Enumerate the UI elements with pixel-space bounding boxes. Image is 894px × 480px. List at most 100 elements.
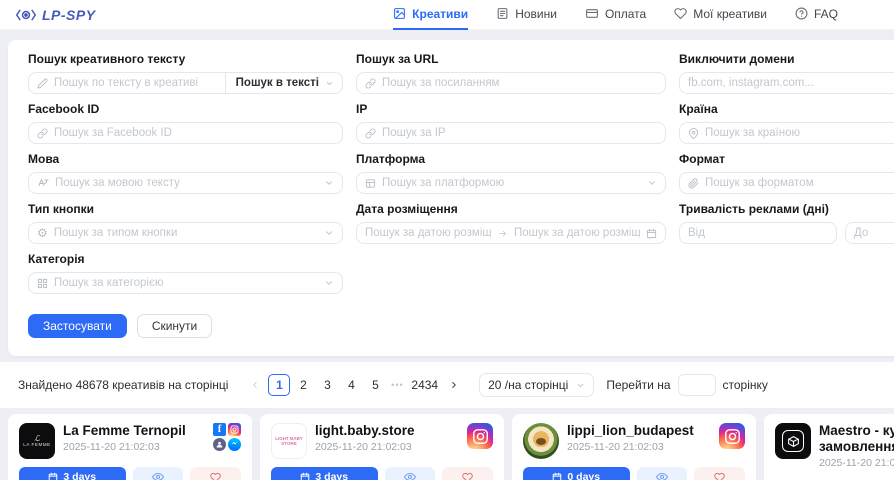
pagination-ellipsis[interactable]: ••• <box>388 380 406 390</box>
page-size-select[interactable]: 20 /на сторінці <box>479 373 594 397</box>
language-select[interactable] <box>55 177 318 189</box>
creative-cards: ℒ LA FEMME La Femme Ternopil 2025-11-20 … <box>8 414 894 480</box>
avatar[interactable]: ℒ LA FEMME <box>19 423 55 459</box>
card-title[interactable]: lippi_lion_budapest <box>567 423 711 439</box>
field-facebook-id: Facebook ID <box>28 102 343 152</box>
card-date: 2025-11-20 21:02:03 <box>315 441 459 453</box>
page: LP-SPY Креативи Новини Оплата <box>0 0 894 480</box>
days-button[interactable]: 0 days <box>523 467 630 480</box>
view-button[interactable] <box>133 467 184 480</box>
eye-logo-icon <box>16 8 36 22</box>
chevron-down-icon <box>325 79 334 88</box>
page-button-2[interactable]: 2 <box>292 374 314 396</box>
category-select[interactable] <box>54 277 318 289</box>
nav-item-creatives[interactable]: Креативи <box>393 0 468 30</box>
card-title[interactable]: La Femme Ternopil <box>63 423 205 439</box>
date-to-input[interactable] <box>514 227 640 239</box>
nav-item-news[interactable]: Новини <box>496 0 557 30</box>
view-button[interactable] <box>637 467 688 480</box>
url-input[interactable] <box>382 77 657 89</box>
field-label: Пошук креативного тексту <box>28 52 343 66</box>
goto-page-input[interactable] <box>678 374 716 396</box>
creative-card: ℒ LA FEMME La Femme Ternopil 2025-11-20 … <box>8 414 252 480</box>
ip-input[interactable] <box>382 127 657 139</box>
calendar-icon <box>48 472 58 480</box>
cube-logo-icon <box>782 430 804 452</box>
prev-page-button[interactable] <box>244 374 266 396</box>
card-date: 2025-11-20 21:02:03 <box>819 457 894 469</box>
calendar-icon <box>552 472 562 480</box>
avatar-text: LA FEMME <box>23 442 51 447</box>
avatar[interactable]: LIGHT BABY STORE <box>271 423 307 459</box>
page-button-3[interactable]: 3 <box>316 374 338 396</box>
platform-control <box>356 172 666 194</box>
field-label: Дата розміщення <box>356 202 666 216</box>
nav-item-my-creatives[interactable]: Мої креативи <box>674 0 767 30</box>
avatar[interactable] <box>775 423 811 459</box>
news-icon <box>496 7 509 20</box>
date-range-control <box>356 222 666 244</box>
apply-button[interactable]: Застосувати <box>28 314 127 338</box>
brand-name: LP-SPY <box>42 7 96 23</box>
avatar[interactable] <box>523 423 559 459</box>
field-exclude-domains: Виключити домени <box>679 52 894 102</box>
next-page-button[interactable] <box>443 374 465 396</box>
favorite-button[interactable] <box>694 467 745 480</box>
days-button[interactable]: 3 days <box>19 467 126 480</box>
exclude-domains-input[interactable] <box>688 77 894 89</box>
duration-from-input[interactable] <box>688 227 828 239</box>
page-button-last[interactable]: 2434 <box>408 374 441 396</box>
card-title[interactable]: Maestro - кухні, меблі на замовлення в У… <box>819 423 894 455</box>
creative-text-control: Пошук в тексті <box>28 72 343 94</box>
field-label: Тривалість реклами (дні) <box>679 202 894 216</box>
duration-to-input[interactable] <box>854 227 894 239</box>
heart-icon <box>210 472 221 480</box>
favorite-button[interactable] <box>442 467 493 480</box>
favorite-button[interactable] <box>190 467 241 480</box>
text-search-mode-select[interactable]: Пошук в тексті <box>225 73 342 93</box>
avatar-text: LIGHT BABY STORE <box>272 436 306 446</box>
category-control <box>28 272 343 294</box>
field-country: Країна <box>679 102 894 152</box>
brand-logo[interactable]: LP-SPY <box>16 7 96 23</box>
page-button-1[interactable]: 1 <box>268 374 290 396</box>
table-icon <box>365 178 376 189</box>
date-from-input[interactable] <box>365 227 491 239</box>
instagram-icon <box>719 423 745 449</box>
nav-label: Оплата <box>605 7 646 21</box>
page-size-value: 20 /на сторінці <box>488 378 568 392</box>
country-select[interactable] <box>705 127 894 139</box>
reset-button[interactable]: Скинути <box>137 314 212 338</box>
button-type-select[interactable] <box>54 227 318 239</box>
page-button-4[interactable]: 4 <box>340 374 362 396</box>
facebook-id-input[interactable] <box>54 127 334 139</box>
ip-control <box>356 122 666 144</box>
nav-label: Мої креативи <box>693 7 767 21</box>
field-label: Країна <box>679 102 894 116</box>
platform-select[interactable] <box>382 177 641 189</box>
help-icon <box>795 7 808 20</box>
goto-suffix: сторінку <box>723 378 768 392</box>
map-pin-icon <box>688 128 699 139</box>
language-control <box>28 172 343 194</box>
exclude-domains-control <box>679 72 894 94</box>
results-summary: Знайдено 48678 креативів на сторінці <box>18 378 228 392</box>
view-button[interactable] <box>385 467 436 480</box>
results-bar: Знайдено 48678 креативів на сторінці 1 2… <box>0 362 894 408</box>
field-label: Формат <box>679 152 894 166</box>
days-button[interactable]: 3 days <box>271 467 378 480</box>
facebook-id-control <box>28 122 343 144</box>
format-select[interactable] <box>705 177 894 189</box>
nav-label: Креативи <box>412 7 468 21</box>
field-label: Пошук за URL <box>356 52 666 66</box>
goto-prefix: Перейти на <box>606 378 670 392</box>
nav-item-faq[interactable]: FAQ <box>795 0 838 30</box>
heart-icon <box>714 472 725 480</box>
card-title[interactable]: light.baby.store <box>315 423 459 439</box>
page-button-5[interactable]: 5 <box>364 374 386 396</box>
days-label: 3 days <box>315 471 348 480</box>
nav-item-payment[interactable]: Оплата <box>585 0 646 30</box>
days-label: 0 days <box>567 471 600 480</box>
creative-text-input[interactable] <box>54 77 219 89</box>
eye-icon <box>404 471 416 480</box>
